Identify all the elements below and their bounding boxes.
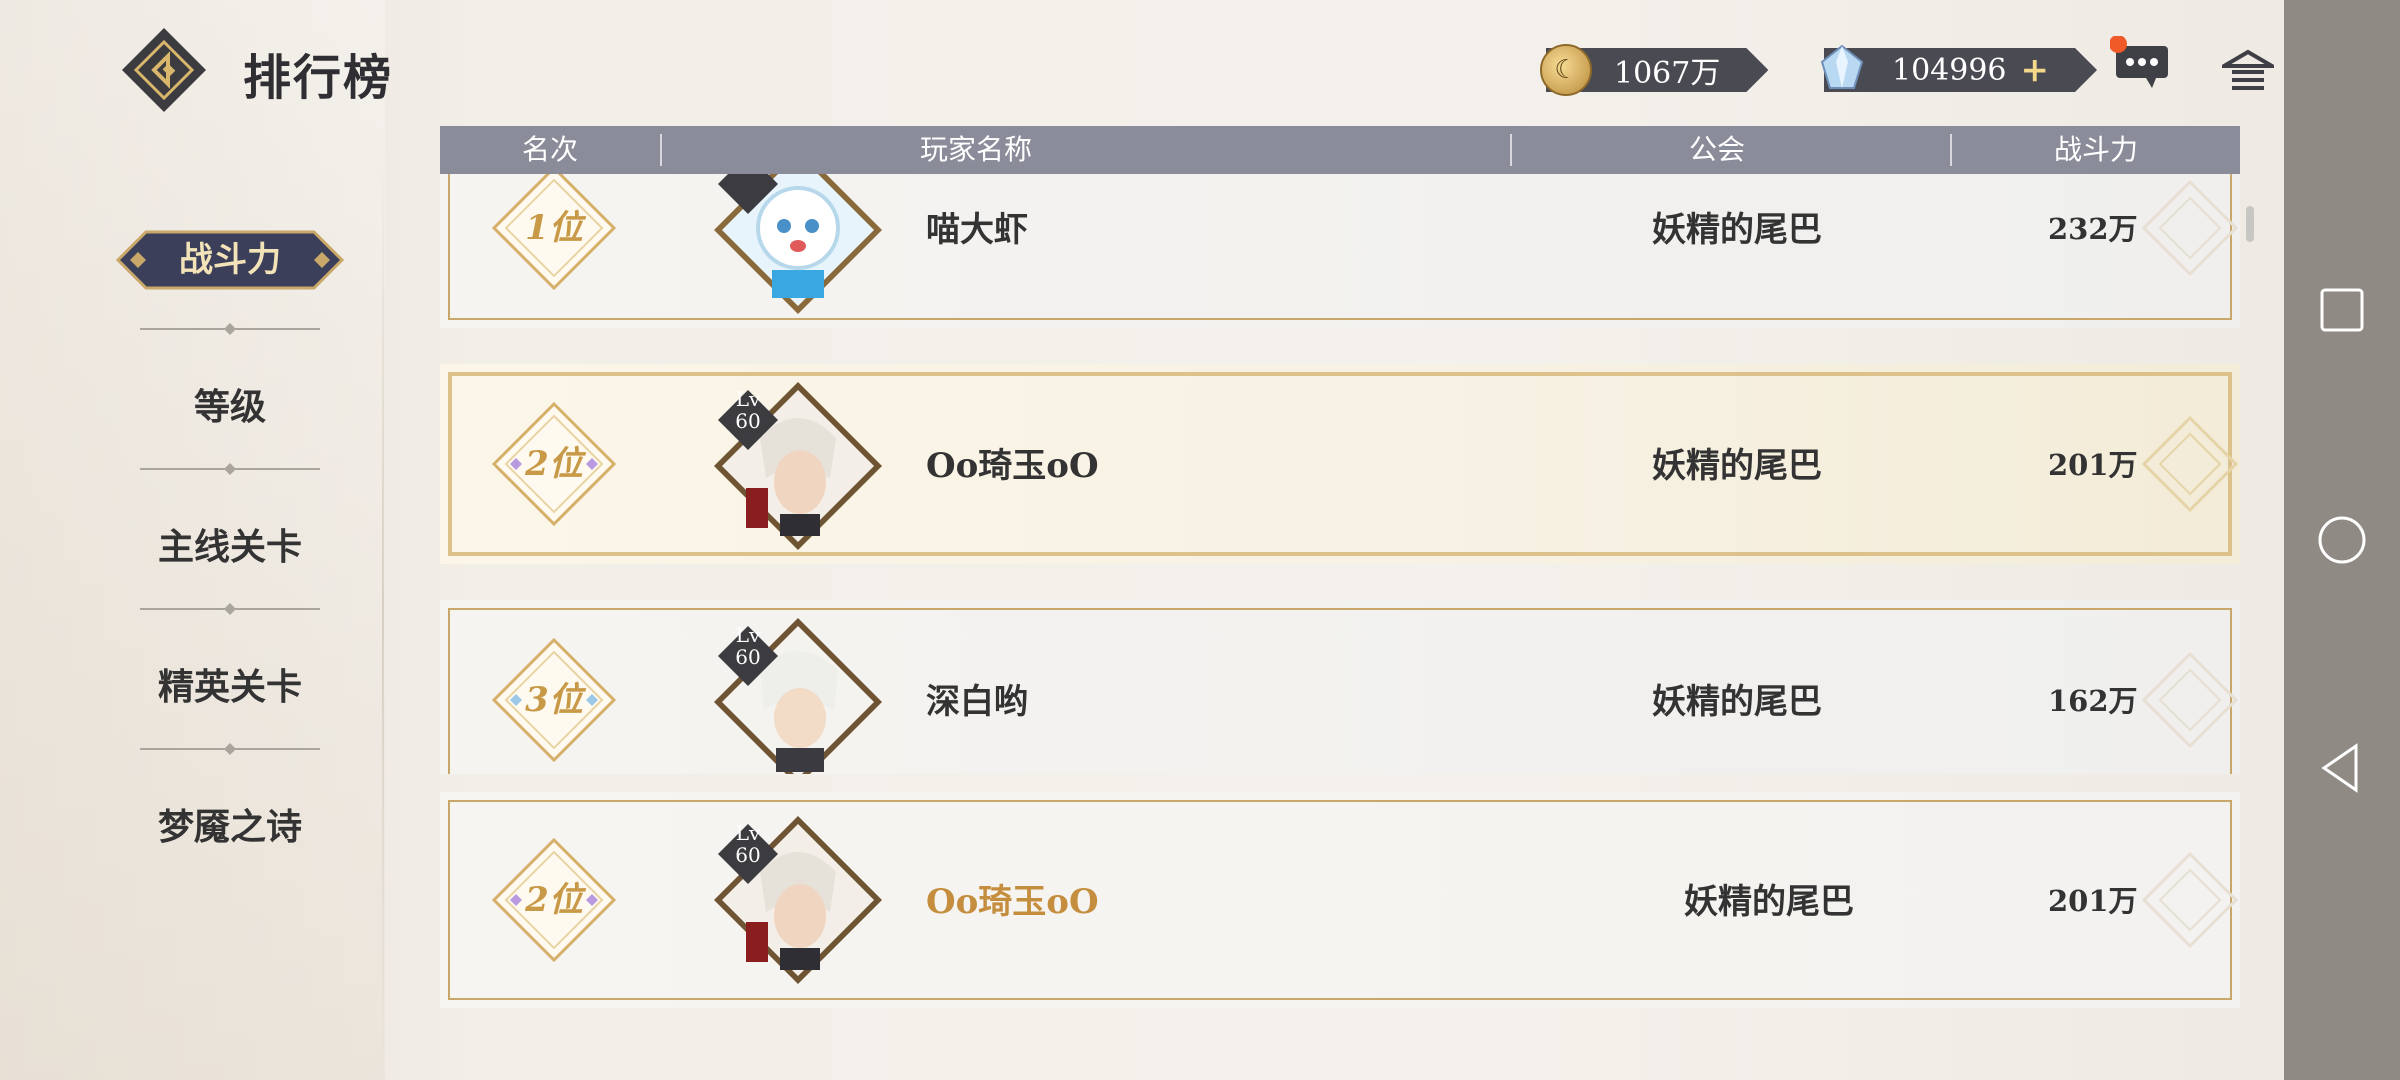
ranking-list[interactable]: 1位 60 喵大虾 妖精的尾巴 232万 — [440, 174, 2240, 774]
column-player-name: 玩家名称 — [919, 133, 1032, 166]
level-value: 60 — [735, 409, 761, 433]
list-scrollbar[interactable] — [2246, 206, 2254, 242]
player-name: 喵大虾 — [926, 210, 1028, 250]
ranking-row-3[interactable]: 3位 Lv 60 深白哟 妖精的尾巴 162万 — [440, 600, 2240, 774]
guild-name: 妖精的尾巴 — [1652, 210, 1822, 250]
ranking-row-2[interactable]: 2位 Lv 60 Oo琦玉oO 妖精的尾巴 201万 — [440, 364, 2240, 564]
page-title: 排行榜 — [243, 50, 394, 106]
separator — [140, 743, 320, 755]
level-badge: 60 — [716, 174, 780, 216]
column-power: 战斗力 — [2053, 133, 2138, 166]
my-guild-name: 妖精的尾巴 — [1684, 882, 1854, 922]
level-label: Lv — [735, 623, 761, 647]
my-power-value: 201万 — [2048, 884, 2138, 918]
separator — [140, 463, 320, 475]
recent-apps-icon[interactable] — [2314, 282, 2370, 338]
level-badge: Lv 60 — [716, 624, 780, 688]
gem-currency: 104996 + — [1820, 44, 2097, 94]
level-badge: Lv 60 — [716, 388, 780, 452]
tab-nightmare-poem[interactable]: 梦魇之诗 — [130, 798, 330, 850]
level-label: Lv — [735, 387, 761, 411]
tab-main-stage[interactable]: 主线关卡 — [130, 518, 330, 570]
decorative-diamond-icon — [2141, 851, 2239, 949]
gem-amount: 104996 — [1892, 52, 2007, 88]
player-name: 深白哟 — [926, 682, 1028, 722]
ranking-row-1[interactable]: 1位 60 喵大虾 妖精的尾巴 232万 — [440, 174, 2240, 328]
guild-name: 妖精的尾巴 — [1652, 446, 1822, 486]
guild-name: 妖精的尾巴 — [1652, 682, 1822, 722]
tab-label: 战斗力 — [179, 240, 281, 280]
my-player-name: Oo琦玉oO — [926, 882, 1099, 922]
tab-elite-stage[interactable]: 精英关卡 — [130, 658, 330, 710]
back-icon[interactable] — [120, 26, 208, 114]
separator — [140, 323, 320, 335]
decorative-diamond-icon — [2141, 651, 2239, 749]
rank-text: 3位 — [525, 680, 583, 720]
level-label: Lv — [735, 821, 761, 845]
gold-amount: 1067万 — [1614, 56, 1721, 91]
crystal-gem-icon — [1818, 44, 1866, 92]
power-value: 232万 — [2048, 212, 2138, 246]
separator — [140, 603, 320, 615]
player-name: Oo琦玉oO — [926, 446, 1099, 486]
sidebar-divider — [382, 150, 384, 1080]
gold-coin-icon: ☾ — [1540, 44, 1592, 96]
column-rank: 名次 — [521, 133, 578, 166]
decorative-diamond-icon — [2141, 415, 2239, 513]
level-value: 60 — [735, 645, 761, 669]
my-rank-row: 2位 Lv 60 Oo琦玉oO 妖精的尾巴 201万 — [440, 792, 2240, 1008]
column-guild: 公会 — [1688, 133, 1745, 166]
level-badge: Lv 60 — [716, 822, 780, 886]
chat-bubble-icon[interactable] — [2110, 36, 2174, 92]
rank-text: 2位 — [525, 444, 583, 484]
decorative-diamond-icon — [2141, 179, 2239, 277]
tab-level[interactable]: 等级 — [130, 378, 330, 430]
power-value: 201万 — [2048, 448, 2138, 482]
level-value: 60 — [735, 843, 761, 867]
table-header: 名次 玩家名称 公会 战斗力 — [440, 126, 2240, 174]
home-icon[interactable] — [2222, 48, 2274, 92]
gold-currency: ☾ 1067万 — [1540, 44, 1768, 96]
system-navigation-bar — [2284, 0, 2400, 1080]
add-gem-button[interactable]: + — [2021, 50, 2050, 90]
rank-text: 2位 — [525, 880, 583, 920]
home-circle-icon[interactable] — [2314, 512, 2370, 568]
power-value: 162万 — [2048, 684, 2138, 718]
back-triangle-icon[interactable] — [2314, 740, 2370, 796]
rank-text: 1位 — [525, 208, 583, 248]
